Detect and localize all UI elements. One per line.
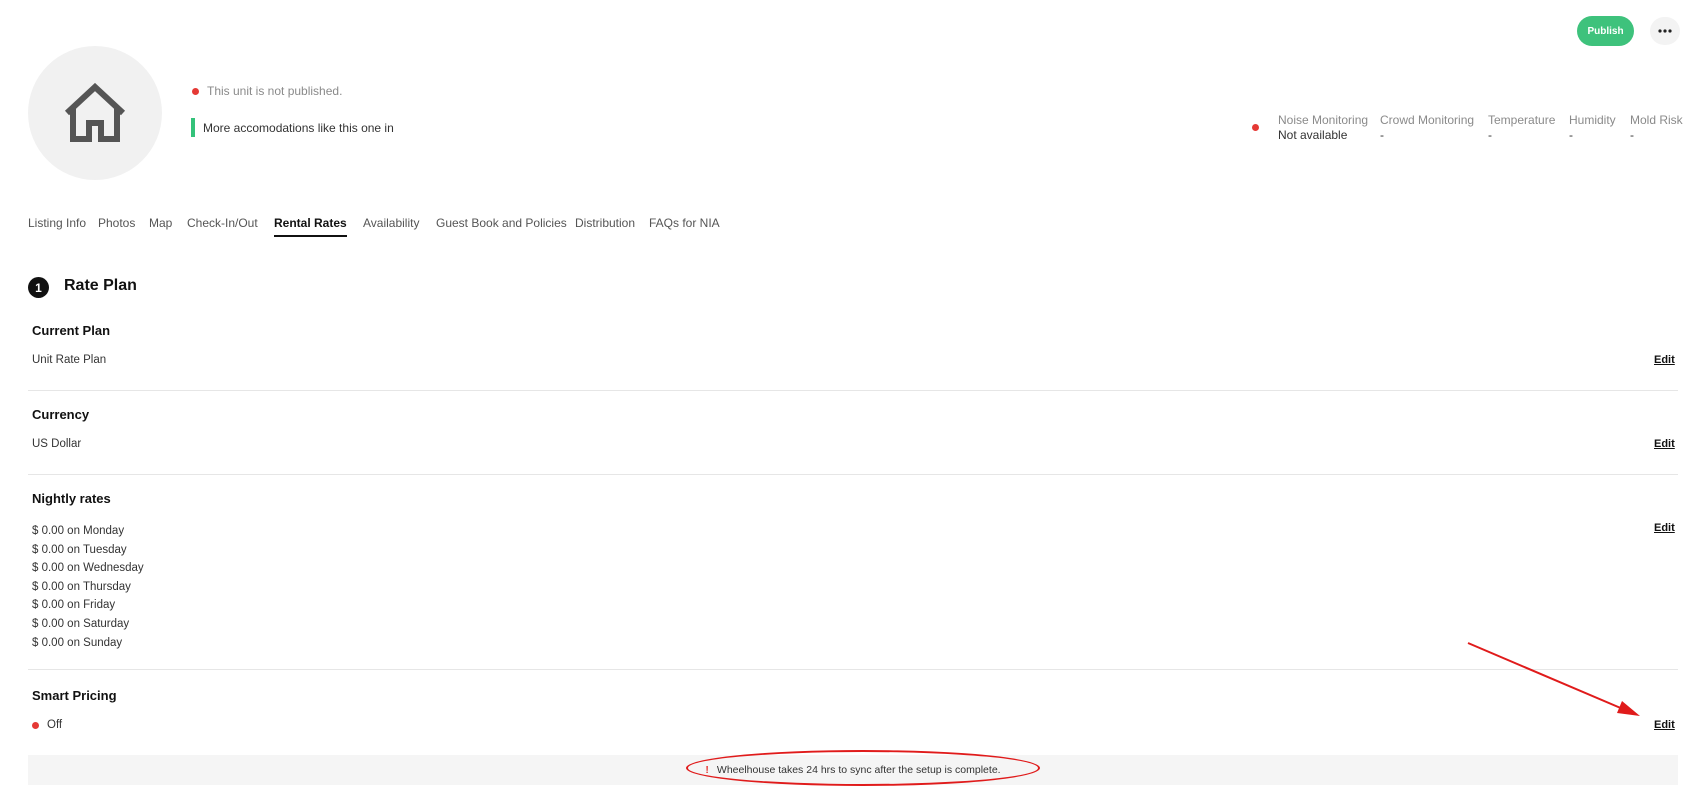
rate-monday: $ 0.00 on Monday — [32, 525, 125, 537]
tab-photos[interactable]: Photos — [98, 216, 135, 230]
rate-thursday: $ 0.00 on Thursday — [32, 580, 131, 593]
tab-map[interactable]: Map — [149, 216, 172, 230]
tab-availability[interactable]: Availability — [363, 216, 419, 230]
noise-status-dot — [1252, 124, 1259, 131]
more-accommodations-text: More accomodations like this one in — [203, 120, 394, 135]
monitor-label: Temperature — [1488, 113, 1556, 127]
divider — [28, 669, 1678, 670]
monitor-value: - — [1630, 128, 1634, 142]
rate-wednesday: $ 0.00 on Wednesday — [32, 562, 144, 575]
smart-pricing-edit-link[interactable]: Edit — [1654, 719, 1675, 731]
more-accommodations: More accomodations like this one in — [191, 118, 394, 137]
monitor-value: - — [1380, 128, 1384, 142]
sync-info-text: Wheelhouse takes 24 hrs to sync after th… — [716, 764, 1001, 776]
current-plan-value: Unit Rate Plan — [32, 354, 107, 366]
monitor-value: Not available — [1278, 128, 1348, 142]
monitor-label: Crowd Monitoring — [1380, 113, 1475, 127]
smart-pricing-title: Smart Pricing — [32, 688, 117, 703]
monitor-label: Noise Monitoring — [1278, 113, 1369, 127]
smart-pricing-status-text: Off — [47, 719, 63, 731]
tab-faqs[interactable]: FAQs for NIA — [649, 216, 720, 230]
tab-guest-book-policies[interactable]: Guest Book and Policies — [436, 216, 567, 230]
monitor-label: Humidity — [1569, 113, 1616, 127]
nightly-rates-title: Nightly rates — [32, 491, 111, 506]
tab-listing-info[interactable]: Listing Info — [28, 216, 86, 230]
more-options-button[interactable] — [1650, 17, 1680, 45]
divider — [28, 474, 1678, 475]
current-plan-edit-link[interactable]: Edit — [1654, 354, 1675, 366]
status-dot — [192, 87, 199, 95]
publish-button[interactable]: Publish — [1577, 16, 1634, 46]
monitor-label: Mold Risk — [1630, 113, 1683, 127]
current-plan-title: Current Plan — [32, 323, 111, 338]
currency-title: Currency — [32, 407, 90, 422]
status-text: This unit is not published. — [207, 84, 343, 98]
tab-distribution[interactable]: Distribution — [575, 216, 635, 230]
accent-bar — [191, 118, 195, 137]
monitor-noise: Noise Monitoring Not available — [1278, 113, 1368, 143]
monitor-temperature: Temperature - — [1488, 113, 1555, 143]
warning-icon: ! — [705, 764, 709, 776]
tab-rental-rates[interactable]: Rental Rates — [274, 216, 347, 237]
rate-tuesday: $ 0.00 on Tuesday — [32, 543, 127, 556]
nightly-rates-edit-link[interactable]: Edit — [1654, 522, 1675, 534]
nightly-rates-list: $ 0.00 on Monday $ 0.00 on Tuesday $ 0.0… — [32, 522, 144, 652]
currency-edit-link[interactable]: Edit — [1654, 438, 1675, 450]
rate-saturday: $ 0.00 on Saturday — [32, 617, 130, 630]
divider — [28, 390, 1678, 391]
rate-friday: $ 0.00 on Friday — [32, 599, 116, 612]
house-icon — [64, 83, 126, 142]
section-number-badge: 1 — [28, 277, 49, 298]
smart-pricing-status: Off — [32, 719, 62, 731]
monitor-crowd: Crowd Monitoring - — [1380, 113, 1474, 143]
more-horizontal-icon — [1658, 29, 1672, 33]
tab-check-in-out[interactable]: Check-In/Out — [187, 216, 258, 230]
monitor-value: - — [1569, 128, 1573, 142]
smart-pricing-status-dot — [32, 721, 39, 729]
sync-info-banner: ! Wheelhouse takes 24 hrs to sync after … — [28, 755, 1678, 785]
currency-value: US Dollar — [32, 438, 82, 450]
monitor-humidity: Humidity - — [1569, 113, 1616, 143]
unit-avatar — [28, 46, 162, 180]
rate-sunday: $ 0.00 on Sunday — [32, 636, 123, 649]
publish-status: This unit is not published. — [192, 84, 342, 98]
section-title: Rate Plan — [64, 277, 137, 294]
monitor-mold-risk: Mold Risk - — [1630, 113, 1683, 143]
monitor-value: - — [1488, 128, 1492, 142]
